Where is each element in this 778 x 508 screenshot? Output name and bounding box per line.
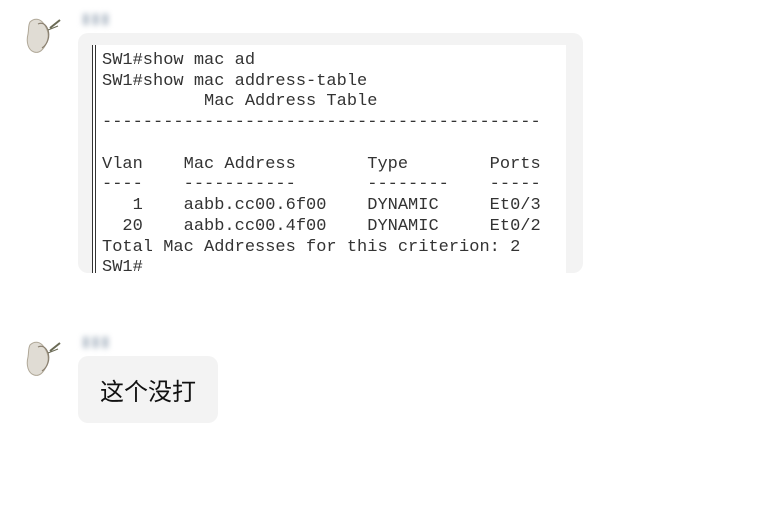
username-label: ▮▮▮ [78,333,111,350]
terminal-output: SW1#show mac ad SW1#show mac address-tab… [92,45,566,273]
chat-message: ▮▮▮ SW1#show mac ad SW1#show mac address… [20,10,758,273]
message-content: ▮▮▮ 这个没打 [78,333,218,423]
chat-container: ▮▮▮ SW1#show mac ad SW1#show mac address… [0,0,778,473]
message-bubble[interactable]: 这个没打 [78,356,218,423]
avatar[interactable] [20,14,64,58]
avatar-icon [20,14,64,58]
chat-message: ▮▮▮ 这个没打 [20,333,758,423]
message-text: 这个没打 [100,379,196,406]
avatar[interactable] [20,337,64,381]
avatar-icon [20,337,64,381]
message-bubble[interactable]: SW1#show mac ad SW1#show mac address-tab… [78,33,583,273]
message-content: ▮▮▮ SW1#show mac ad SW1#show mac address… [78,10,583,273]
username-label: ▮▮▮ [78,10,111,27]
